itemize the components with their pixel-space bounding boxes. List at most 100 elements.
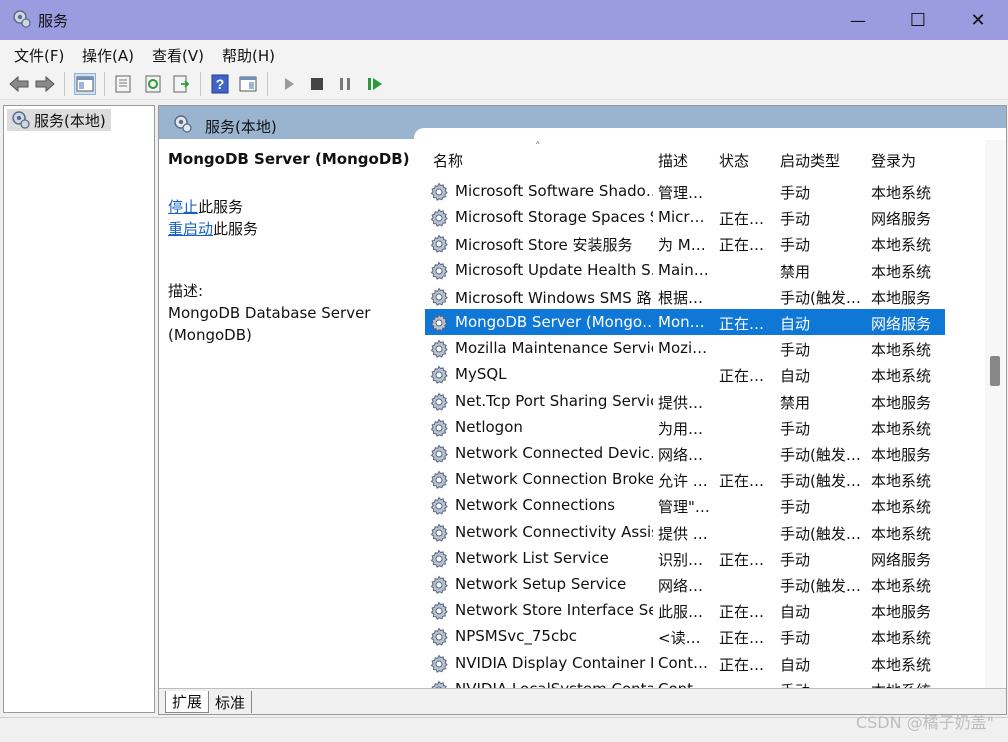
cell-name: Network Setup Service: [455, 575, 627, 593]
cell-name: MySQL: [455, 365, 507, 384]
cell-log-on-as: 网络服务: [871, 210, 932, 229]
cell-status: 正在…: [719, 236, 765, 255]
start-service-button[interactable]: [278, 73, 300, 95]
cell-description: 管理"…: [658, 498, 710, 517]
table-row[interactable]: Network Setup Service 网络… 手动(触发… 本地系统: [425, 571, 945, 597]
tree-item-label: 服务(本地): [34, 111, 106, 130]
table-row[interactable]: Network Connected Devic… 网络… 手动(触发… 本地服务: [425, 440, 945, 466]
cell-description: <读…: [658, 629, 701, 648]
properties-button[interactable]: [112, 73, 134, 95]
menu-view[interactable]: 查看(V): [152, 45, 204, 66]
cell-log-on-as: 网络服务: [871, 550, 932, 569]
cell-description: Mozi…: [658, 339, 708, 358]
table-row[interactable]: MongoDB Server (Mongo… Mon… 正在… 自动 网络服务: [425, 309, 945, 335]
table-row[interactable]: Network Connections 管理"… 手动 本地系统: [425, 492, 945, 518]
service-gear-icon: [429, 627, 449, 647]
table-row[interactable]: Netlogon 为用… 手动 本地系统: [425, 414, 945, 440]
table-row[interactable]: Mozilla Maintenance Service Mozi… 手动 本地系统: [425, 335, 945, 361]
cell-description: 网络…: [658, 577, 704, 595]
cell-name: Microsoft Update Health S…: [455, 260, 653, 279]
table-row[interactable]: MySQL 正在… 自动 本地系统: [425, 361, 945, 387]
properties-icon: [115, 75, 131, 93]
cell-description: 为用…: [658, 419, 704, 438]
cell-name: Microsoft Software Shado…: [455, 182, 653, 200]
cell-log-on-as: 本地系统: [871, 419, 932, 438]
show-console-tree-button[interactable]: [74, 73, 96, 95]
cell-status: 正在…: [719, 367, 765, 386]
forward-button[interactable]: [34, 73, 56, 95]
services-pane: 服务(本地) MongoDB Server (MongoDB) 停止此服务 重启…: [158, 105, 1007, 715]
stop-service-link[interactable]: 停止: [168, 198, 198, 216]
back-button[interactable]: [8, 73, 30, 95]
cell-description: 网络…: [658, 446, 704, 464]
action-pane-icon: [239, 76, 257, 92]
tab-standard-label: 标准: [215, 693, 246, 712]
cell-name: Net.Tcp Port Sharing Service: [455, 391, 653, 410]
table-row[interactable]: Microsoft Update Health S… Main… 禁用 本地系统: [425, 257, 945, 283]
help-button[interactable]: ?: [209, 73, 231, 95]
cell-startup-type: 手动: [780, 341, 811, 360]
tab-extended[interactable]: 扩展: [165, 691, 210, 713]
export-list-button[interactable]: [170, 73, 192, 95]
table-row[interactable]: Net.Tcp Port Sharing Service 提供… 禁用 本地服务: [425, 388, 945, 414]
restart-service-button[interactable]: [364, 73, 386, 95]
table-row[interactable]: Network Store Interface Se… 此服… 正在… 自动 本地服务: [425, 597, 945, 623]
restart-service-link[interactable]: 重启动: [168, 220, 213, 238]
table-row[interactable]: Microsoft Storage Spaces S… Micr… 正在… 手动 网络服…: [425, 204, 945, 230]
close-button[interactable]: ✕: [948, 0, 1008, 40]
menu-file[interactable]: 文件(F): [14, 45, 64, 66]
services-table: 名称 ˄ 描述 状态 启动类型 登录为 Microsoft Software S…: [425, 140, 1006, 688]
table-row[interactable]: NPSMSvc_75cbc <读… 正在… 手动 本地系统: [425, 623, 945, 649]
cell-startup-type: 手动: [780, 184, 811, 202]
console-tree: 服务(本地): [3, 105, 155, 713]
stop-service-suffix: 此服务: [198, 198, 244, 216]
scrollbar-thumb[interactable]: [990, 356, 1000, 386]
cell-startup-type: 手动: [780, 419, 811, 438]
cell-name: Microsoft Store 安装服务: [455, 236, 633, 255]
table-row[interactable]: Microsoft Software Shado… 管理… 手动 本地系统: [425, 178, 945, 204]
service-gear-icon: [429, 654, 449, 674]
table-row[interactable]: NVIDIA Display Container LS Cont… 正在… 自动 本地系…: [425, 650, 945, 676]
cell-name: NVIDIA LocalSystem Conta…: [455, 680, 653, 688]
column-header-description[interactable]: 描述: [658, 150, 688, 174]
cell-description: 提供 …: [658, 524, 708, 543]
tree-item-services-local[interactable]: 服务(本地): [7, 109, 111, 131]
column-header-startup-type[interactable]: 启动类型: [780, 150, 840, 174]
cell-log-on-as: 本地系统: [871, 655, 932, 674]
play-icon: [285, 78, 294, 90]
cell-name: Network Connection Broker: [455, 470, 653, 489]
menu-action[interactable]: 操作(A): [82, 45, 134, 66]
table-row[interactable]: Network List Service 识别… 正在… 手动 网络服务: [425, 545, 945, 571]
cell-log-on-as: 本地服务: [871, 288, 932, 307]
table-row[interactable]: NVIDIA LocalSystem Conta… Cont… 手动本地系统: [425, 676, 945, 688]
stop-service-button[interactable]: [306, 73, 328, 95]
service-gear-icon: [429, 601, 449, 621]
menu-help[interactable]: 帮助(H): [222, 45, 275, 66]
table-row[interactable]: Network Connection Broker 允许 … 正在… 手动(触发… 本地…: [425, 466, 945, 492]
service-gear-icon: [429, 418, 449, 438]
services-icon: [12, 111, 30, 129]
cell-startup-type: 手动(触发…: [780, 524, 861, 543]
maximize-button[interactable]: ☐: [888, 0, 948, 40]
cell-log-on-as: 本地系统: [871, 341, 932, 360]
tab-standard[interactable]: 标准: [209, 691, 253, 713]
vertical-scrollbar[interactable]: [985, 140, 1005, 688]
table-row[interactable]: Microsoft Store 安装服务 为 M… 正在… 手动 本地系统: [425, 230, 945, 256]
show-hide-action-pane-button[interactable]: [237, 73, 259, 95]
cell-status: 正在…: [719, 210, 765, 229]
pause-service-button[interactable]: [334, 73, 356, 95]
tab-extended-label: 扩展: [172, 693, 203, 711]
column-header-log-on-as[interactable]: 登录为: [871, 150, 916, 174]
cell-description: 此服…: [658, 603, 704, 622]
refresh-button[interactable]: [142, 73, 164, 95]
table-row[interactable]: Network Connectivity Assis… 提供 … 手动(触发… 本地系…: [425, 519, 945, 545]
column-header-status[interactable]: 状态: [719, 150, 749, 174]
cell-startup-type: 自动: [780, 315, 811, 333]
minimize-button[interactable]: —: [828, 0, 888, 40]
service-gear-icon: [429, 234, 449, 254]
cell-description: 提供…: [658, 393, 704, 412]
services-icon: [174, 115, 192, 133]
cell-startup-type: 手动: [780, 498, 811, 517]
table-row[interactable]: Microsoft Windows SMS 路… 根据… 手动(触发… 本地服务: [425, 283, 945, 309]
column-header-name[interactable]: 名称: [433, 150, 463, 174]
